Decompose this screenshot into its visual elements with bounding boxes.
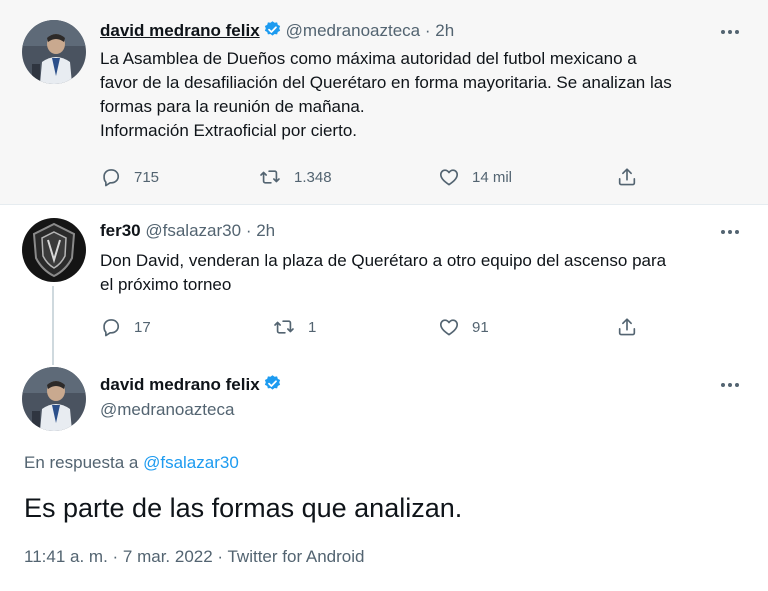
more-dots-icon[interactable] (718, 375, 742, 395)
display-name[interactable]: david medrano felix (100, 375, 260, 394)
reply-bubble-icon (100, 316, 122, 338)
reply-context: En respuesta a @fsalazar30 (24, 453, 239, 473)
reply-bubble-icon (100, 166, 122, 188)
display-name[interactable]: fer30 (100, 221, 141, 240)
tweet-text: La Asamblea de Dueños como máxima autori… (100, 47, 672, 143)
tweet-focused: david medrano felix @medranoazteca En re… (0, 355, 768, 591)
tweet-reply[interactable]: fer30 @fsalazar30 · 2h Don David, vender… (0, 205, 768, 355)
reply-prefix: En respuesta a (24, 453, 139, 472)
reply-mention-link[interactable]: @fsalazar30 (143, 453, 239, 472)
action-bar: 715 1.348 14 mil (100, 163, 660, 191)
tweet-text-line: Información Extraoficial por cierto. (100, 121, 357, 140)
heart-icon (438, 166, 460, 188)
tweet-text: Don David, venderan la plaza de Querétar… (100, 249, 666, 297)
tweet-header: david medrano felix (100, 374, 286, 398)
retweet-icon (272, 316, 296, 338)
handle[interactable]: @medranoazteca (286, 21, 420, 40)
thread-connector (52, 286, 54, 355)
tweet-main[interactable]: david medrano felix @medranoazteca · 2h L… (0, 0, 768, 205)
reply-count: 715 (134, 168, 160, 186)
retweet-count: 1.348 (294, 168, 332, 186)
reply-button[interactable]: 715 (100, 163, 159, 191)
display-name[interactable]: david medrano felix (100, 21, 260, 40)
avatar[interactable] (22, 367, 86, 431)
tweet-text-line: La Asamblea de Dueños como máxima autori… (100, 49, 637, 68)
tweet-text-line: favor de la desafiliación del Querétaro … (100, 73, 672, 92)
tweet-header: david medrano felix @medranoazteca · 2h (100, 20, 454, 44)
tweet-text-line: Don David, venderan la plaza de Querétar… (100, 251, 667, 270)
tweet-meta[interactable]: 11:41 a. m. · 7 mar. 2022 · Twitter for … (24, 547, 364, 567)
like-count: 14 mil (472, 168, 513, 186)
tweet-text: Es parte de las formas que analizan. (24, 493, 463, 523)
tweet-text-line: el próximo torneo (100, 275, 232, 294)
separator: · (424, 21, 431, 40)
heart-icon (438, 316, 460, 338)
thread-connector (52, 355, 54, 365)
share-button[interactable] (616, 313, 638, 341)
more-dots-icon[interactable] (718, 222, 742, 242)
share-upload-icon (616, 166, 638, 188)
tweet-text-line: formas para la reunión de mañana. (100, 97, 365, 116)
retweet-icon (258, 166, 282, 188)
separator: · (245, 221, 252, 240)
handle-line: @medranoazteca (100, 400, 234, 420)
share-upload-icon (616, 316, 638, 338)
reply-button[interactable]: 17 (100, 313, 151, 341)
more-dots-icon[interactable] (718, 22, 742, 42)
timestamp[interactable]: 2h (256, 221, 275, 240)
retweet-button[interactable]: 1 (272, 313, 316, 341)
handle[interactable]: @fsalazar30 (145, 221, 241, 240)
verified-badge-icon (263, 20, 282, 44)
verified-badge-icon (263, 374, 282, 398)
avatar[interactable] (22, 20, 86, 84)
like-count: 91 (472, 318, 489, 336)
reply-count: 17 (134, 318, 151, 336)
timestamp[interactable]: 2h (435, 21, 454, 40)
like-button[interactable]: 91 (438, 313, 489, 341)
avatar[interactable] (22, 218, 86, 282)
action-bar: 17 1 91 (100, 313, 660, 341)
like-button[interactable]: 14 mil (438, 163, 512, 191)
retweet-button[interactable]: 1.348 (258, 163, 332, 191)
handle[interactable]: @medranoazteca (100, 400, 234, 419)
tweet-header: fer30 @fsalazar30 · 2h (100, 221, 275, 241)
share-button[interactable] (616, 163, 638, 191)
retweet-count: 1 (308, 318, 317, 336)
